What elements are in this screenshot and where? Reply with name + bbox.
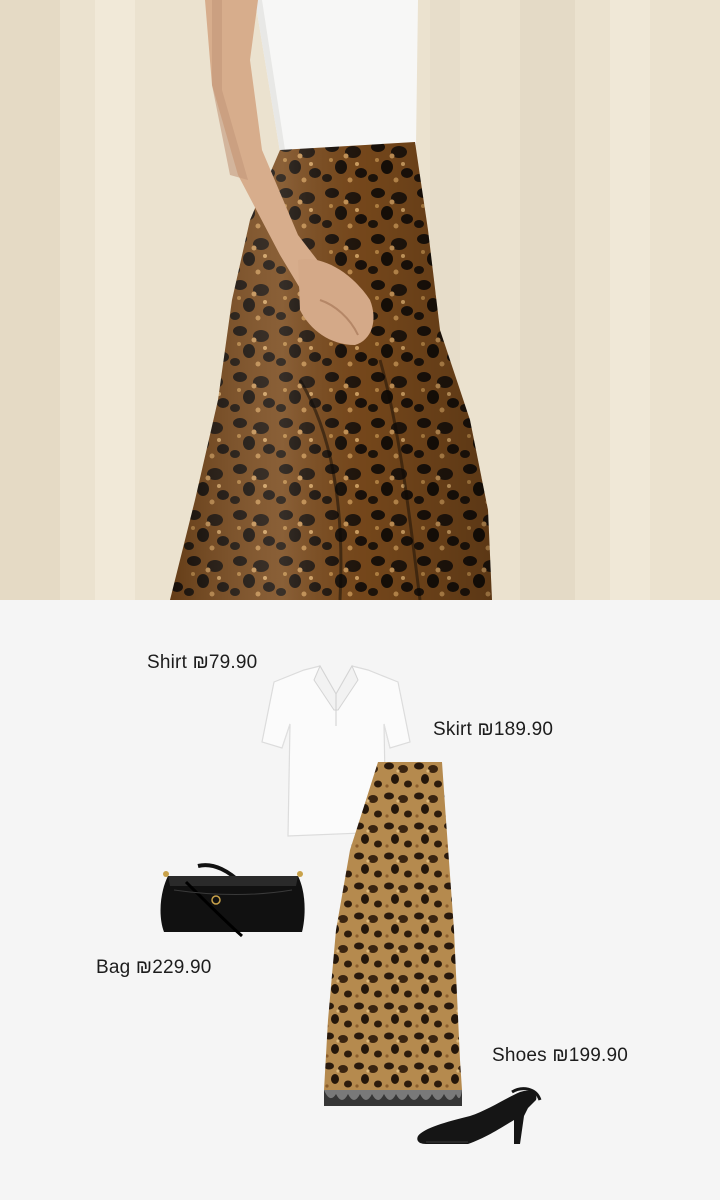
bag-product-image[interactable] bbox=[156, 862, 310, 938]
skirt-product-image[interactable] bbox=[322, 760, 464, 1106]
bag-price-label[interactable]: Bag ₪229.90 bbox=[96, 957, 212, 979]
outfit-board: Shirt ₪79.90 Skirt ₪189.90 Bag ₪229.90 S… bbox=[0, 600, 720, 1200]
shoes-price-label[interactable]: Shoes ₪199.90 bbox=[492, 1045, 628, 1067]
shirt-price-label[interactable]: Shirt ₪79.90 bbox=[147, 652, 257, 674]
bag-name: Bag bbox=[96, 957, 131, 978]
shoes-product-image[interactable] bbox=[416, 1086, 542, 1148]
bag-price: ₪229.90 bbox=[135, 957, 212, 978]
skirt-price: ₪189.90 bbox=[477, 719, 554, 740]
hero-photo[interactable] bbox=[0, 0, 720, 600]
shirt-price: ₪79.90 bbox=[192, 652, 258, 673]
shoes-name: Shoes bbox=[492, 1045, 547, 1066]
hero-illustration bbox=[0, 0, 720, 600]
skirt-name: Skirt bbox=[433, 719, 472, 740]
shirt-name: Shirt bbox=[147, 652, 188, 673]
skirt-price-label[interactable]: Skirt ₪189.90 bbox=[433, 719, 553, 741]
shoes-price: ₪199.90 bbox=[552, 1045, 629, 1066]
